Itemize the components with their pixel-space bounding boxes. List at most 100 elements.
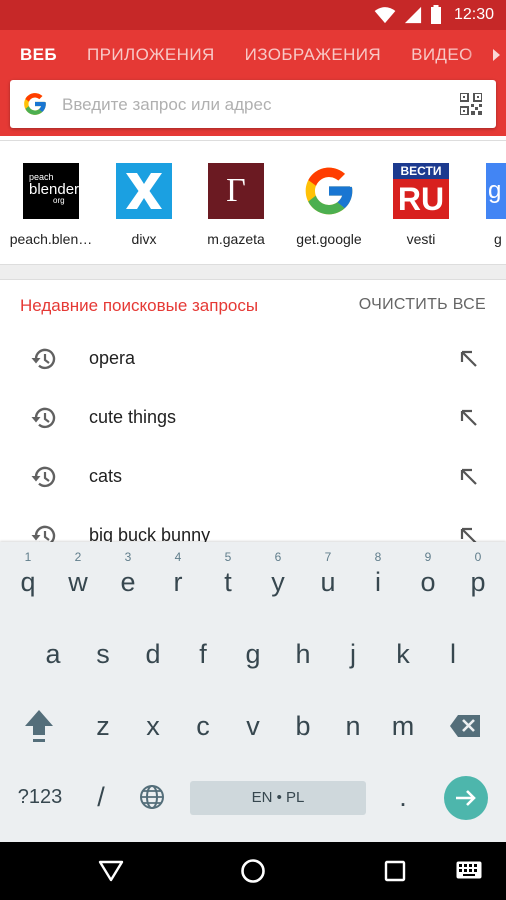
key-k[interactable]: k — [378, 625, 428, 683]
speed-dial-tile[interactable]: ВЕСТИ RU vesti — [376, 163, 466, 247]
search-bar[interactable] — [10, 80, 496, 128]
language-key[interactable] — [127, 768, 177, 826]
tabs-scroll-right[interactable] — [466, 30, 506, 80]
partial-logo: g — [486, 163, 506, 219]
key-e[interactable]: 3e — [103, 542, 153, 600]
clock: 12:30 — [453, 6, 494, 23]
google-g-icon — [305, 167, 353, 215]
key-m[interactable]: m — [378, 697, 428, 755]
key-q[interactable]: 1q — [3, 542, 53, 600]
key-y[interactable]: 6y — [253, 542, 303, 600]
google-logo — [301, 163, 357, 219]
keyboard-switch-icon[interactable] — [456, 861, 482, 881]
key-c[interactable]: c — [178, 697, 228, 755]
key-label: x — [146, 711, 160, 741]
system-nav-bar — [0, 842, 506, 900]
clear-all-button[interactable]: ОЧИСТИТЬ ВСЕ — [359, 296, 486, 314]
shift-icon — [25, 710, 53, 742]
key-label: f — [199, 639, 207, 669]
key-label: b — [295, 711, 311, 741]
key-o[interactable]: 9o — [403, 542, 453, 600]
speed-dial-label: peach.blen… — [9, 231, 93, 247]
key-label: v — [246, 711, 260, 741]
enter-key[interactable] — [444, 776, 488, 820]
tab-images[interactable]: ИЗОБРАЖЕНИЯ — [230, 30, 396, 80]
history-text: cute things — [89, 407, 177, 427]
search-category-tabs: ВЕБ ПРИЛОЖЕНИЯ ИЗОБРАЖЕНИЯ ВИДЕО Н — [0, 30, 506, 80]
arrow-up-left-icon[interactable] — [459, 408, 479, 428]
key-slash[interactable]: / — [76, 768, 126, 826]
tab-apps[interactable]: ПРИЛОЖЕНИЯ — [72, 30, 230, 80]
key-hint: 2 — [74, 550, 82, 564]
key-label: n — [345, 711, 361, 741]
history-icon — [31, 348, 56, 370]
key-a[interactable]: a — [28, 625, 78, 683]
symbols-key[interactable]: ?123 — [8, 768, 72, 826]
key-t[interactable]: 5t — [203, 542, 253, 600]
key-r[interactable]: 4r — [153, 542, 203, 600]
key-f[interactable]: f — [178, 625, 228, 683]
key-b[interactable]: b — [278, 697, 328, 755]
battery-icon — [430, 5, 441, 24]
key-p[interactable]: 0p — [453, 542, 503, 600]
backspace-icon — [450, 715, 480, 737]
key-period[interactable]: . — [378, 768, 428, 826]
history-icon — [31, 407, 56, 429]
speed-dial-tile[interactable]: Г m.gazeta — [191, 163, 281, 247]
peach-blender-logo: peach blender org — [23, 163, 79, 219]
key-label: d — [145, 639, 161, 669]
history-item[interactable]: opera — [0, 330, 506, 388]
key-l[interactable]: l — [428, 625, 478, 683]
key-u[interactable]: 7u — [303, 542, 353, 600]
key-i[interactable]: 8i — [353, 542, 403, 600]
divx-logo — [116, 163, 172, 219]
key-j[interactable]: j — [328, 625, 378, 683]
tab-web[interactable]: ВЕБ — [0, 30, 72, 80]
space-key[interactable]: EN • PL — [190, 781, 366, 815]
history-icon — [31, 466, 56, 488]
shift-key[interactable] — [14, 697, 64, 755]
divx-x-icon — [126, 173, 162, 209]
key-g[interactable]: g — [228, 625, 278, 683]
history-text: cats — [89, 466, 123, 486]
wifi-icon — [374, 7, 396, 24]
arrow-up-left-icon[interactable] — [459, 467, 479, 487]
speed-dial-tile[interactable]: divx — [99, 163, 189, 247]
key-hint: 6 — [274, 550, 282, 564]
key-label: j — [350, 639, 356, 669]
key-label: h — [295, 639, 311, 669]
key-d[interactable]: d — [128, 625, 178, 683]
speed-dial-label: get.google — [296, 231, 362, 247]
backspace-key[interactable] — [440, 697, 490, 755]
status-bar: 12:30 — [0, 0, 506, 30]
signal-icon — [404, 6, 422, 24]
key-s[interactable]: s — [78, 625, 128, 683]
vesti-logo: ВЕСТИ RU — [393, 163, 449, 219]
history-item[interactable]: cats — [0, 448, 506, 506]
speed-dial-tile[interactable]: peach blender org peach.blen… — [6, 163, 96, 247]
recent-searches: Недавние поисковые запросы ОЧИСТИТЬ ВСЕ … — [0, 280, 506, 547]
enter-arrow-icon — [456, 790, 476, 806]
key-x[interactable]: x — [128, 697, 178, 755]
speed-dial-label: g — [494, 231, 502, 247]
history-text: opera — [89, 348, 136, 368]
back-icon[interactable] — [98, 859, 124, 883]
key-label: a — [45, 639, 61, 669]
key-w[interactable]: 2w — [53, 542, 103, 600]
key-h[interactable]: h — [278, 625, 328, 683]
recents-icon[interactable] — [384, 860, 406, 882]
home-icon[interactable] — [240, 858, 266, 884]
google-g-icon — [24, 93, 46, 115]
search-area — [0, 80, 506, 136]
search-input[interactable] — [60, 90, 444, 120]
key-hint: 5 — [224, 550, 232, 564]
key-n[interactable]: n — [328, 697, 378, 755]
key-z[interactable]: z — [78, 697, 128, 755]
arrow-up-left-icon[interactable] — [459, 349, 479, 369]
speed-dial-tile[interactable]: get.google — [284, 163, 374, 247]
key-v[interactable]: v — [228, 697, 278, 755]
qr-code-icon[interactable] — [460, 93, 482, 115]
globe-icon — [140, 785, 164, 809]
history-item[interactable]: cute things — [0, 389, 506, 447]
speed-dial-tile[interactable]: g g — [469, 163, 506, 247]
